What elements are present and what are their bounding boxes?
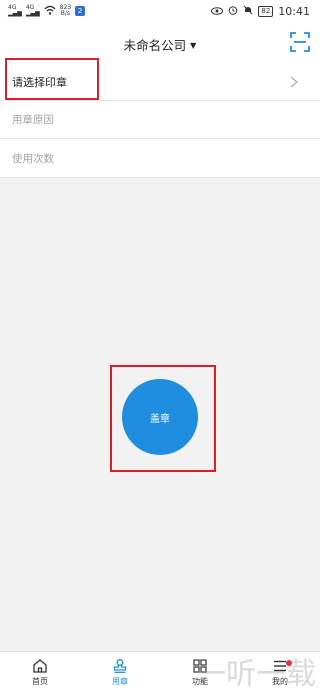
tab-mine-label: 我的 [272,677,288,686]
net-speed-unit: B/s [60,10,71,17]
signal-sim2: 4G ▂▄▆ [26,5,40,17]
count-field[interactable]: 使用次数 [0,139,320,178]
notification-dot [286,660,292,666]
reason-placeholder: 用章原因 [12,114,54,126]
app-header: 未命名公司 ▼ [0,22,320,64]
status-bar: 4G ▂▄▆ 4G ▂▄▆ 823 B/s 2 82 10:41 [0,0,320,22]
home-icon [33,659,47,673]
tab-home-label: 首页 [32,677,48,686]
reason-field[interactable]: 用章原因 [0,101,320,139]
seal-select-label: 请选择印章 [12,76,67,89]
chevron-right-icon [290,76,298,88]
tab-stamp[interactable]: 用章 [80,652,160,694]
signal-bars-icon: ▂▄▆ [8,10,22,17]
notification-badge: 2 [75,6,86,16]
tab-functions-label: 功能 [192,677,208,686]
tab-home[interactable]: 首页 [0,652,80,694]
battery-indicator: 82 [258,5,274,17]
stamp-button-label: 盖章 [150,413,170,425]
stamp-icon [113,659,127,673]
status-left: 4G ▂▄▆ 4G ▂▄▆ 823 B/s 2 [8,5,86,18]
tab-mine[interactable]: 我的 [240,652,320,694]
seal-select-row[interactable]: 请选择印章 [0,64,320,101]
clock: 10:41 [278,4,310,18]
status-right: 82 10:41 [211,5,310,18]
stamp-button[interactable]: 盖章 [122,379,198,455]
company-name: 未命名公司 [123,38,187,53]
count-placeholder: 使用次数 [12,152,54,165]
stamp-form: 请选择印章 用章原因 使用次数 [0,64,320,178]
caret-down-icon: ▼ [190,41,197,50]
wifi-icon [44,5,56,18]
tab-stamp-label: 用章 [112,677,128,686]
tab-functions[interactable]: 功能 [160,652,240,694]
company-selector[interactable]: 未命名公司 ▼ [0,35,320,54]
scan-icon[interactable] [290,32,310,52]
net-speed: 823 B/s [60,5,71,17]
alarm-icon [228,5,238,18]
grid-icon [193,659,207,673]
signal-bars-icon: ▂▄▆ [25,10,40,17]
signal-sim1: 4G ▂▄▆ [8,5,22,17]
bottom-tab-bar: 首页 用章 功能 我的 [0,651,320,694]
eye-icon [211,5,224,18]
mute-icon [243,5,253,18]
